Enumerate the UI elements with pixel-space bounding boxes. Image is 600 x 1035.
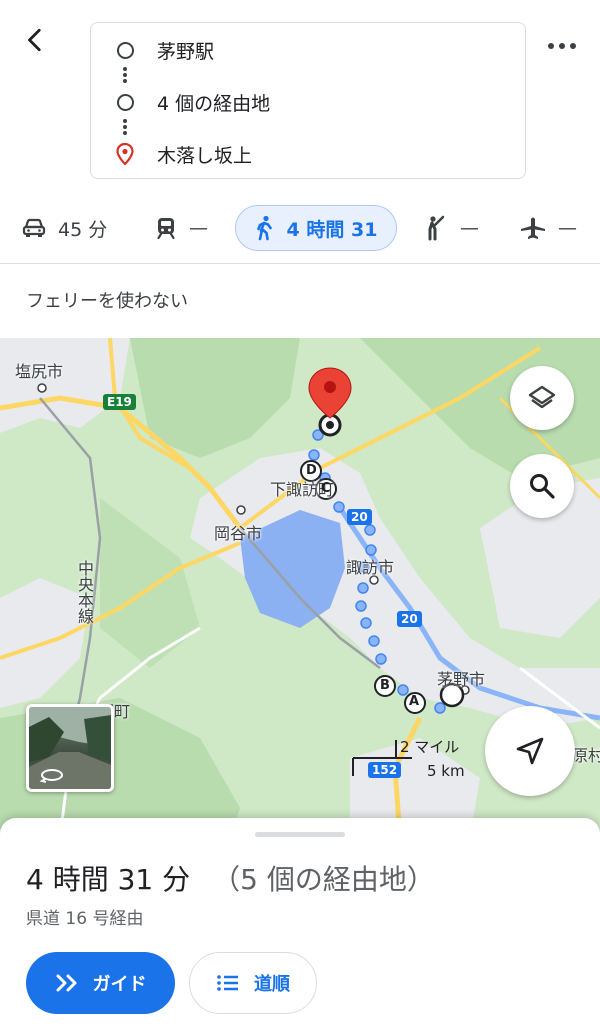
drive-duration: 45 分 xyxy=(58,218,108,241)
map-label-hara: 原村 xyxy=(572,746,600,765)
route-box: 茅野駅 4 個の経由地 木落し坂上 xyxy=(90,22,526,179)
double-chevron-icon xyxy=(56,974,76,992)
train-icon xyxy=(155,216,177,240)
list-icon xyxy=(217,975,238,991)
transit-duration: — xyxy=(189,217,208,239)
more-dots-icon xyxy=(548,43,576,49)
drag-handle[interactable] xyxy=(255,832,345,837)
search-icon xyxy=(530,474,555,499)
mode-drive[interactable]: 45 分 xyxy=(22,203,107,253)
scale-km: 5 km xyxy=(427,762,465,780)
destination-pin-icon xyxy=(115,143,135,165)
airplane-icon xyxy=(520,216,546,240)
mode-rideshare[interactable]: — xyxy=(424,203,479,253)
rotate-360-icon xyxy=(39,769,63,783)
origin-row[interactable]: 茅野駅 xyxy=(91,25,527,75)
mode-transit[interactable]: — xyxy=(155,203,208,253)
back-button[interactable] xyxy=(14,18,58,62)
route-via: 県道 16 号経由 xyxy=(26,909,144,929)
map-scale: 2 マイル 5 km xyxy=(352,736,472,782)
waypoint-b-label[interactable]: B xyxy=(380,678,390,693)
bottom-sheet[interactable]: 4 時間 31 分 （5 個の経由地） 県道 16 号経由 ガイド 道順 xyxy=(0,818,600,1035)
mode-walk[interactable]: 4 時間 31 xyxy=(235,205,397,251)
rideshare-duration: — xyxy=(460,217,479,239)
route-duration: 4 時間 31 分 xyxy=(26,863,191,896)
steps-label: 道順 xyxy=(254,974,290,995)
car-icon xyxy=(22,217,46,239)
map-label-okaya: 岡谷市 xyxy=(214,524,263,543)
destination-label: 木落し坂上 xyxy=(157,144,253,167)
flight-duration: — xyxy=(558,217,577,239)
street-view-thumbnail[interactable] xyxy=(26,704,114,792)
route-waypoint-count: （5 個の経由地） xyxy=(212,863,435,896)
map-label-chino: 茅野市 xyxy=(437,670,486,689)
map-label-suwa: 諏訪市 xyxy=(346,558,395,577)
guide-button[interactable]: ガイド xyxy=(26,952,175,1014)
map[interactable]: 塩尻市 岡谷市 下諏訪町 諏訪市 茅野市 中央本線 辰野町 原村 E19 20 … xyxy=(0,338,600,838)
waypoint-d-label[interactable]: D xyxy=(306,463,317,478)
steps-button[interactable]: 道順 xyxy=(189,952,317,1014)
route-options-link[interactable]: フェリーを使わない xyxy=(26,287,188,313)
rideshare-person-icon xyxy=(424,215,448,241)
walk-duration: 4 時間 31 xyxy=(286,218,378,241)
origin-circle-icon xyxy=(115,40,135,60)
waypoint-a-label[interactable]: A xyxy=(409,694,419,709)
divider xyxy=(0,263,600,264)
route-shield-20: 20 xyxy=(397,611,422,627)
search-button[interactable] xyxy=(510,454,574,518)
walking-icon xyxy=(255,215,275,241)
scale-miles: 2 マイル xyxy=(400,738,460,756)
navigation-arrow-icon xyxy=(516,737,544,765)
top-bar: 茅野駅 4 個の経由地 木落し坂上 xyxy=(0,0,600,195)
travel-modes: 45 分 — 4 時間 31 — — xyxy=(0,203,600,253)
more-options-button[interactable] xyxy=(540,24,584,68)
map-label-chuo-line: 中央本線 xyxy=(75,560,94,624)
waypoint-c-label[interactable]: C xyxy=(321,481,331,496)
layers-icon xyxy=(528,385,556,409)
route-shield-20: 20 xyxy=(347,509,372,525)
route-summary: 4 時間 31 分 （5 個の経由地） xyxy=(26,858,435,898)
guide-label: ガイド xyxy=(92,974,147,995)
layers-button[interactable] xyxy=(510,366,574,430)
route-shield-e19: E19 xyxy=(103,394,136,410)
back-arrow-icon xyxy=(28,28,41,52)
waypoint-circle-icon xyxy=(115,92,135,112)
waypoints-row[interactable]: 4 個の経由地 xyxy=(91,77,527,127)
destination-row[interactable]: 木落し坂上 xyxy=(91,129,527,179)
my-location-button[interactable] xyxy=(485,706,575,796)
map-label-shiojiri: 塩尻市 xyxy=(15,362,64,381)
mode-flight[interactable]: — xyxy=(520,203,577,253)
waypoints-label: 4 個の経由地 xyxy=(157,92,271,115)
origin-label: 茅野駅 xyxy=(157,40,215,63)
